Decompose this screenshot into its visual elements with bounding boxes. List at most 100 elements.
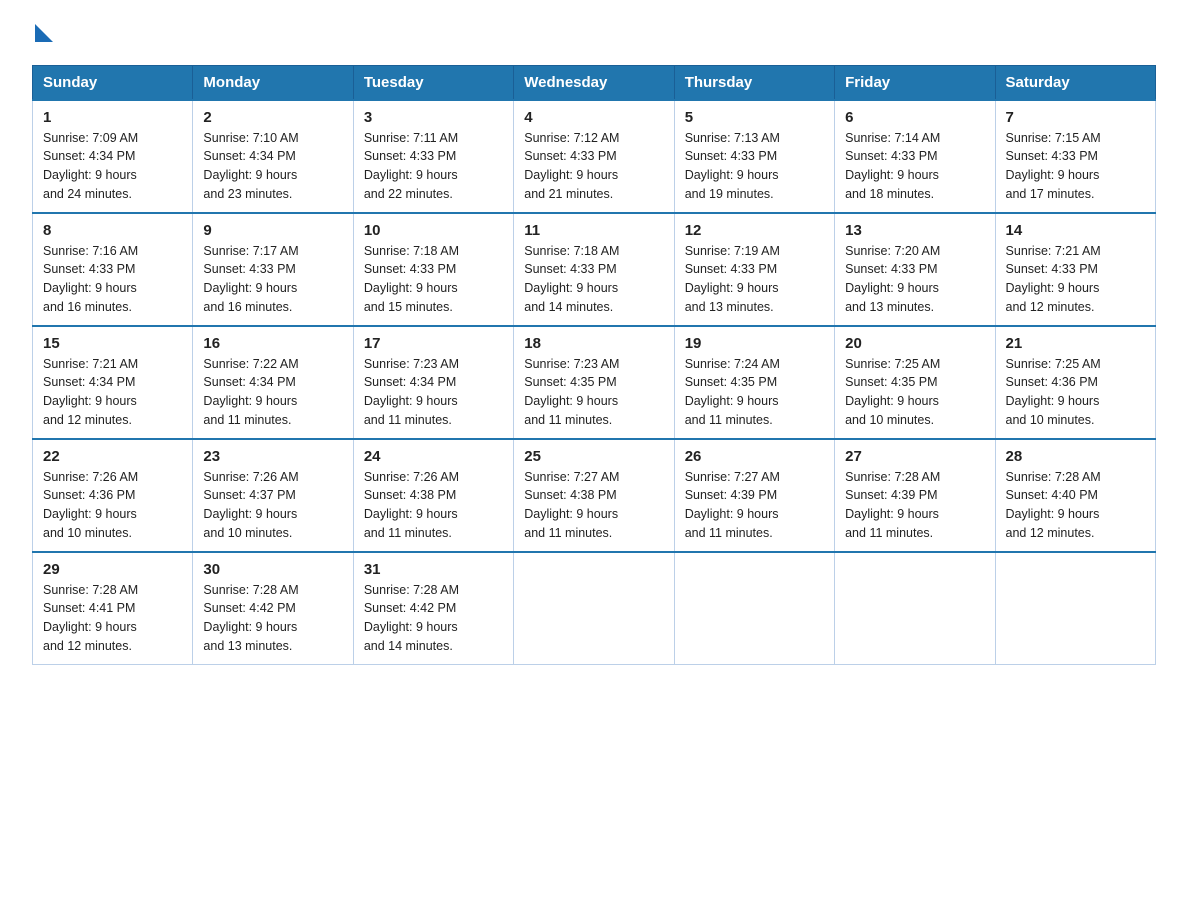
day-number: 17 bbox=[364, 335, 503, 352]
calendar-cell: 18 Sunrise: 7:23 AMSunset: 4:35 PMDaylig… bbox=[514, 326, 674, 439]
day-info: Sunrise: 7:26 AMSunset: 4:36 PMDaylight:… bbox=[43, 470, 138, 540]
day-number: 15 bbox=[43, 335, 182, 352]
day-number: 24 bbox=[364, 448, 503, 465]
day-info: Sunrise: 7:28 AMSunset: 4:42 PMDaylight:… bbox=[203, 583, 298, 653]
day-info: Sunrise: 7:27 AMSunset: 4:39 PMDaylight:… bbox=[685, 470, 780, 540]
calendar-cell: 25 Sunrise: 7:27 AMSunset: 4:38 PMDaylig… bbox=[514, 439, 674, 552]
day-number: 26 bbox=[685, 448, 824, 465]
day-info: Sunrise: 7:28 AMSunset: 4:39 PMDaylight:… bbox=[845, 470, 940, 540]
calendar-cell bbox=[835, 552, 995, 665]
day-info: Sunrise: 7:28 AMSunset: 4:42 PMDaylight:… bbox=[364, 583, 459, 653]
day-info: Sunrise: 7:28 AMSunset: 4:41 PMDaylight:… bbox=[43, 583, 138, 653]
day-info: Sunrise: 7:25 AMSunset: 4:36 PMDaylight:… bbox=[1006, 357, 1101, 427]
day-number: 22 bbox=[43, 448, 182, 465]
calendar-cell bbox=[995, 552, 1155, 665]
calendar-header-row: SundayMondayTuesdayWednesdayThursdayFrid… bbox=[33, 65, 1156, 100]
day-number: 9 bbox=[203, 222, 342, 239]
calendar-cell: 6 Sunrise: 7:14 AMSunset: 4:33 PMDayligh… bbox=[835, 100, 995, 213]
day-info: Sunrise: 7:28 AMSunset: 4:40 PMDaylight:… bbox=[1006, 470, 1101, 540]
calendar-cell: 31 Sunrise: 7:28 AMSunset: 4:42 PMDaylig… bbox=[353, 552, 513, 665]
day-info: Sunrise: 7:24 AMSunset: 4:35 PMDaylight:… bbox=[685, 357, 780, 427]
day-number: 4 bbox=[524, 109, 663, 126]
day-info: Sunrise: 7:15 AMSunset: 4:33 PMDaylight:… bbox=[1006, 131, 1101, 201]
day-number: 7 bbox=[1006, 109, 1145, 126]
col-header-friday: Friday bbox=[835, 65, 995, 100]
calendar-cell: 4 Sunrise: 7:12 AMSunset: 4:33 PMDayligh… bbox=[514, 100, 674, 213]
calendar-cell: 12 Sunrise: 7:19 AMSunset: 4:33 PMDaylig… bbox=[674, 213, 834, 326]
day-number: 10 bbox=[364, 222, 503, 239]
day-number: 2 bbox=[203, 109, 342, 126]
col-header-saturday: Saturday bbox=[995, 65, 1155, 100]
day-number: 13 bbox=[845, 222, 984, 239]
day-number: 30 bbox=[203, 561, 342, 578]
page-header bbox=[32, 24, 1156, 47]
calendar-cell: 7 Sunrise: 7:15 AMSunset: 4:33 PMDayligh… bbox=[995, 100, 1155, 213]
calendar-cell: 2 Sunrise: 7:10 AMSunset: 4:34 PMDayligh… bbox=[193, 100, 353, 213]
calendar-cell: 19 Sunrise: 7:24 AMSunset: 4:35 PMDaylig… bbox=[674, 326, 834, 439]
day-info: Sunrise: 7:23 AMSunset: 4:34 PMDaylight:… bbox=[364, 357, 459, 427]
calendar-cell bbox=[514, 552, 674, 665]
calendar-cell: 10 Sunrise: 7:18 AMSunset: 4:33 PMDaylig… bbox=[353, 213, 513, 326]
calendar-cell: 28 Sunrise: 7:28 AMSunset: 4:40 PMDaylig… bbox=[995, 439, 1155, 552]
logo-triangle-icon bbox=[35, 24, 53, 42]
day-info: Sunrise: 7:13 AMSunset: 4:33 PMDaylight:… bbox=[685, 131, 780, 201]
day-info: Sunrise: 7:11 AMSunset: 4:33 PMDaylight:… bbox=[364, 131, 458, 201]
day-number: 14 bbox=[1006, 222, 1145, 239]
day-info: Sunrise: 7:27 AMSunset: 4:38 PMDaylight:… bbox=[524, 470, 619, 540]
day-info: Sunrise: 7:14 AMSunset: 4:33 PMDaylight:… bbox=[845, 131, 940, 201]
day-number: 3 bbox=[364, 109, 503, 126]
day-info: Sunrise: 7:17 AMSunset: 4:33 PMDaylight:… bbox=[203, 244, 298, 314]
calendar-table: SundayMondayTuesdayWednesdayThursdayFrid… bbox=[32, 65, 1156, 665]
day-info: Sunrise: 7:25 AMSunset: 4:35 PMDaylight:… bbox=[845, 357, 940, 427]
day-number: 6 bbox=[845, 109, 984, 126]
day-number: 5 bbox=[685, 109, 824, 126]
calendar-cell: 24 Sunrise: 7:26 AMSunset: 4:38 PMDaylig… bbox=[353, 439, 513, 552]
day-number: 25 bbox=[524, 448, 663, 465]
day-info: Sunrise: 7:22 AMSunset: 4:34 PMDaylight:… bbox=[203, 357, 298, 427]
calendar-cell: 17 Sunrise: 7:23 AMSunset: 4:34 PMDaylig… bbox=[353, 326, 513, 439]
day-info: Sunrise: 7:12 AMSunset: 4:33 PMDaylight:… bbox=[524, 131, 619, 201]
day-number: 19 bbox=[685, 335, 824, 352]
day-number: 1 bbox=[43, 109, 182, 126]
col-header-monday: Monday bbox=[193, 65, 353, 100]
day-info: Sunrise: 7:23 AMSunset: 4:35 PMDaylight:… bbox=[524, 357, 619, 427]
day-info: Sunrise: 7:18 AMSunset: 4:33 PMDaylight:… bbox=[524, 244, 619, 314]
day-number: 23 bbox=[203, 448, 342, 465]
calendar-cell: 20 Sunrise: 7:25 AMSunset: 4:35 PMDaylig… bbox=[835, 326, 995, 439]
calendar-week-row: 8 Sunrise: 7:16 AMSunset: 4:33 PMDayligh… bbox=[33, 213, 1156, 326]
calendar-cell: 22 Sunrise: 7:26 AMSunset: 4:36 PMDaylig… bbox=[33, 439, 193, 552]
calendar-cell: 29 Sunrise: 7:28 AMSunset: 4:41 PMDaylig… bbox=[33, 552, 193, 665]
calendar-cell: 9 Sunrise: 7:17 AMSunset: 4:33 PMDayligh… bbox=[193, 213, 353, 326]
col-header-sunday: Sunday bbox=[33, 65, 193, 100]
col-header-tuesday: Tuesday bbox=[353, 65, 513, 100]
calendar-cell: 16 Sunrise: 7:22 AMSunset: 4:34 PMDaylig… bbox=[193, 326, 353, 439]
calendar-cell: 30 Sunrise: 7:28 AMSunset: 4:42 PMDaylig… bbox=[193, 552, 353, 665]
calendar-cell: 3 Sunrise: 7:11 AMSunset: 4:33 PMDayligh… bbox=[353, 100, 513, 213]
col-header-wednesday: Wednesday bbox=[514, 65, 674, 100]
col-header-thursday: Thursday bbox=[674, 65, 834, 100]
day-number: 28 bbox=[1006, 448, 1145, 465]
day-info: Sunrise: 7:26 AMSunset: 4:38 PMDaylight:… bbox=[364, 470, 459, 540]
day-info: Sunrise: 7:20 AMSunset: 4:33 PMDaylight:… bbox=[845, 244, 940, 314]
day-number: 21 bbox=[1006, 335, 1145, 352]
calendar-cell: 26 Sunrise: 7:27 AMSunset: 4:39 PMDaylig… bbox=[674, 439, 834, 552]
calendar-cell: 27 Sunrise: 7:28 AMSunset: 4:39 PMDaylig… bbox=[835, 439, 995, 552]
calendar-cell: 14 Sunrise: 7:21 AMSunset: 4:33 PMDaylig… bbox=[995, 213, 1155, 326]
day-info: Sunrise: 7:21 AMSunset: 4:33 PMDaylight:… bbox=[1006, 244, 1101, 314]
calendar-week-row: 1 Sunrise: 7:09 AMSunset: 4:34 PMDayligh… bbox=[33, 100, 1156, 213]
calendar-cell bbox=[674, 552, 834, 665]
day-number: 18 bbox=[524, 335, 663, 352]
day-number: 8 bbox=[43, 222, 182, 239]
day-info: Sunrise: 7:21 AMSunset: 4:34 PMDaylight:… bbox=[43, 357, 138, 427]
day-number: 29 bbox=[43, 561, 182, 578]
day-info: Sunrise: 7:19 AMSunset: 4:33 PMDaylight:… bbox=[685, 244, 780, 314]
logo bbox=[32, 24, 53, 47]
calendar-week-row: 29 Sunrise: 7:28 AMSunset: 4:41 PMDaylig… bbox=[33, 552, 1156, 665]
calendar-cell: 13 Sunrise: 7:20 AMSunset: 4:33 PMDaylig… bbox=[835, 213, 995, 326]
day-number: 11 bbox=[524, 222, 663, 239]
calendar-cell: 5 Sunrise: 7:13 AMSunset: 4:33 PMDayligh… bbox=[674, 100, 834, 213]
day-info: Sunrise: 7:10 AMSunset: 4:34 PMDaylight:… bbox=[203, 131, 298, 201]
calendar-cell: 21 Sunrise: 7:25 AMSunset: 4:36 PMDaylig… bbox=[995, 326, 1155, 439]
calendar-cell: 1 Sunrise: 7:09 AMSunset: 4:34 PMDayligh… bbox=[33, 100, 193, 213]
day-number: 16 bbox=[203, 335, 342, 352]
